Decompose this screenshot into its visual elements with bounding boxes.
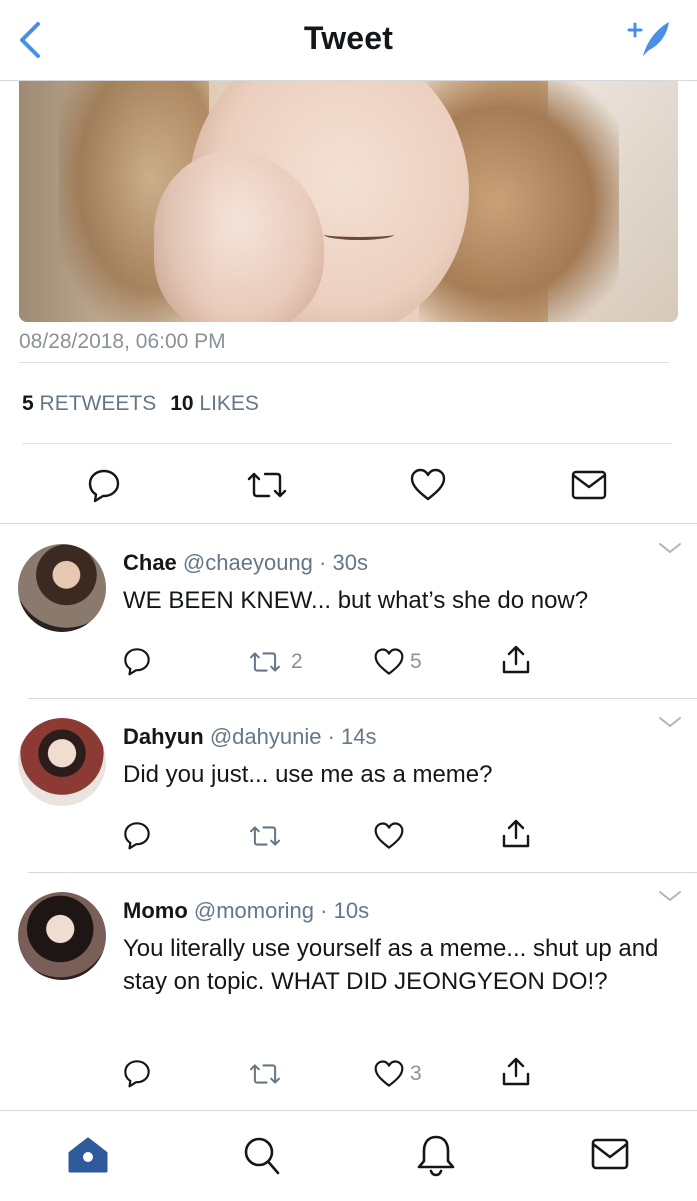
share-button[interactable]	[500, 644, 532, 676]
reply-time: 14s	[341, 724, 377, 749]
share-button[interactable]	[500, 818, 532, 850]
top-nav-bar: Tweet	[0, 0, 697, 81]
reply-author-line: Momo @momoring · 10s	[123, 898, 369, 924]
retweets-count: 5	[22, 392, 34, 415]
likes-count: 10	[170, 392, 194, 415]
reply-author-line: Dahyun @dahyunie · 14s	[123, 724, 377, 750]
heart-icon	[410, 468, 446, 501]
author-handle[interactable]: @dahyunie	[210, 724, 322, 749]
retweet-button[interactable]	[246, 822, 284, 850]
reply-button[interactable]	[86, 467, 122, 503]
avatar[interactable]	[18, 892, 106, 980]
retweets-label: RETWEETS	[39, 392, 157, 415]
like-count: 3	[410, 1062, 422, 1085]
likes-stat[interactable]: 10 LIKES	[170, 392, 259, 415]
page-title: Tweet	[303, 20, 394, 56]
chevron-down-icon[interactable]	[657, 714, 683, 730]
like-button[interactable]	[373, 647, 405, 677]
compose-feather-icon	[627, 22, 669, 56]
photo-shade	[19, 81, 678, 322]
notifications-bell-icon	[417, 1135, 455, 1177]
retweet-button[interactable]	[246, 1060, 284, 1088]
messages-envelope-icon	[591, 1138, 629, 1170]
tab-home[interactable]	[66, 1135, 110, 1175]
divider	[0, 523, 697, 524]
reply-button[interactable]	[122, 820, 152, 850]
retweet-icon	[249, 1064, 281, 1084]
tweet-action-bar	[0, 455, 697, 515]
reply-icon	[124, 1060, 150, 1088]
share-icon	[502, 819, 530, 848]
bottom-tab-bar	[0, 1110, 697, 1201]
divider	[28, 698, 697, 699]
author-name[interactable]: Momo	[123, 898, 188, 923]
direct-message-button[interactable]	[570, 469, 608, 501]
tab-notifications[interactable]	[416, 1133, 456, 1177]
retweet-icon	[249, 826, 281, 846]
separator: ·	[319, 550, 327, 575]
home-icon	[68, 1137, 108, 1173]
author-handle[interactable]: @chaeyoung	[183, 550, 313, 575]
author-name[interactable]: Chae	[123, 550, 177, 575]
reply-icon	[88, 469, 120, 503]
reply-icon	[124, 822, 150, 850]
retweet-count: 2	[291, 650, 303, 673]
reply-time: 30s	[332, 550, 368, 575]
search-icon	[244, 1137, 280, 1175]
reply-text: Did you just... use me as a meme?	[123, 761, 493, 788]
separator: ·	[320, 898, 328, 923]
reply-tweet[interactable]: Chae @chaeyoung · 30s WE BEEN KNEW... bu…	[0, 543, 697, 698]
divider	[28, 872, 697, 873]
reply-tweet[interactable]: Dahyun @dahyunie · 14s Did you just... u…	[0, 717, 697, 872]
like-count: 5	[410, 650, 422, 673]
retweet-button[interactable]	[246, 648, 284, 676]
chevron-down-icon[interactable]	[657, 540, 683, 556]
likes-label: LIKES	[199, 392, 259, 415]
chevron-down-icon[interactable]	[657, 888, 683, 904]
tweet-timestamp: 08/28/2018, 06:00 PM	[19, 330, 226, 353]
heart-icon	[374, 1060, 404, 1087]
reply-text: You literally use yourself as a meme... …	[123, 935, 659, 995]
heart-icon	[374, 648, 404, 675]
retweets-stat[interactable]: 5 RETWEETS	[22, 392, 156, 415]
retweet-icon	[247, 472, 287, 498]
share-icon	[502, 1057, 530, 1086]
avatar[interactable]	[18, 718, 106, 806]
share-button[interactable]	[500, 1056, 532, 1088]
author-handle[interactable]: @momoring	[194, 898, 314, 923]
like-button[interactable]	[373, 1059, 405, 1089]
avatar[interactable]	[18, 544, 106, 632]
retweet-button[interactable]	[245, 467, 289, 503]
divider	[22, 443, 672, 444]
reply-tweet[interactable]: Momo @momoring · 10s You literally use y…	[0, 891, 697, 1110]
tab-search[interactable]	[242, 1135, 282, 1177]
divider	[19, 362, 669, 363]
like-button[interactable]	[373, 821, 405, 851]
envelope-icon	[571, 470, 607, 500]
separator: ·	[327, 724, 335, 749]
heart-icon	[374, 822, 404, 849]
tweet-stats: 5 RETWEETS 10 LIKES	[22, 392, 259, 416]
retweet-icon	[249, 652, 281, 672]
like-button[interactable]	[409, 467, 447, 503]
tab-messages[interactable]	[590, 1137, 630, 1171]
share-icon	[502, 645, 530, 674]
reply-icon	[124, 648, 150, 676]
tweet-photo[interactable]	[19, 81, 678, 322]
reply-button[interactable]	[122, 1058, 152, 1088]
reply-text: WE BEEN KNEW... but what’s she do now?	[123, 587, 589, 614]
compose-tweet-button[interactable]	[623, 16, 675, 62]
author-name[interactable]: Dahyun	[123, 724, 204, 749]
reply-time: 10s	[333, 898, 370, 923]
reply-button[interactable]	[122, 646, 152, 676]
reply-author-line: Chae @chaeyoung · 30s	[123, 550, 368, 576]
